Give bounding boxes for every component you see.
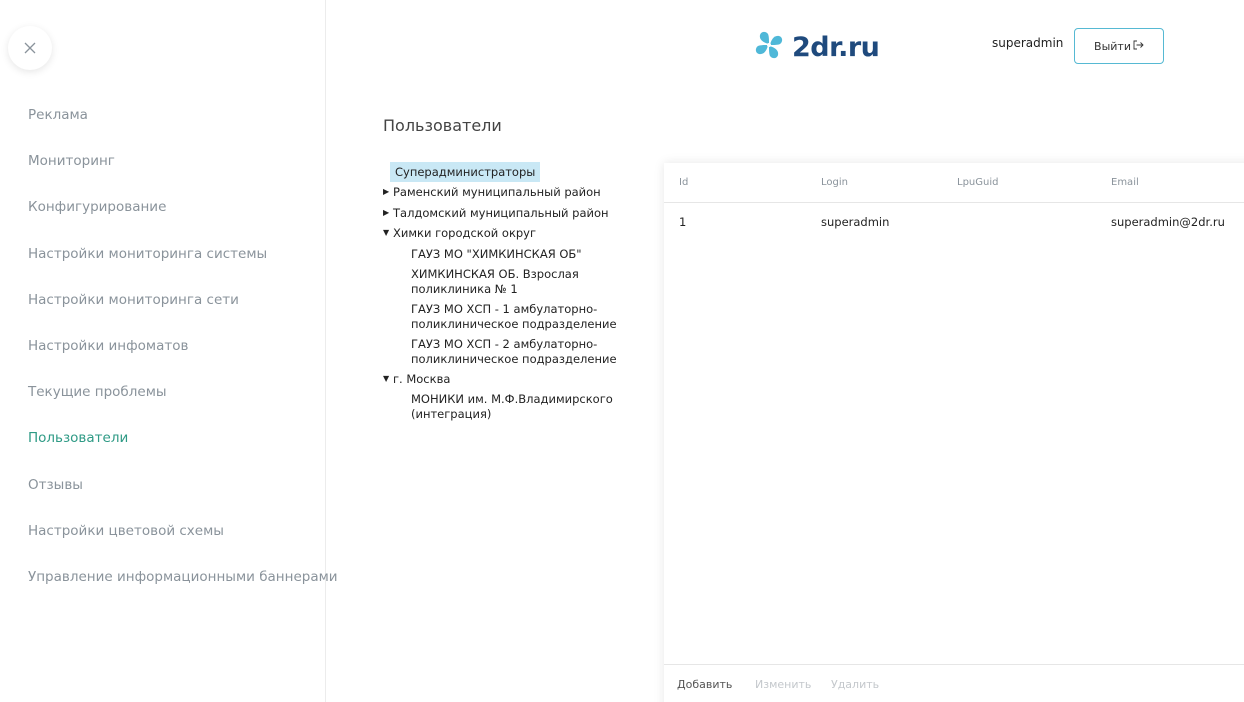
table-row[interactable]: 1 superadmin superadmin@2dr.ru (664, 203, 1244, 241)
tree-node-taldomskiy[interactable]: ▶ Талдомский муниципальный район (383, 206, 645, 227)
tree-node-label: г. Москва (393, 371, 451, 386)
tree-leaf-khimki-ob[interactable]: ГАУЗ МО "ХИМКИНСКАЯ ОБ" (383, 247, 645, 262)
sidebar-item-system-monitoring-settings[interactable]: Настройки мониторинга системы (28, 231, 338, 277)
tree-node-label: Талдомский муниципальный район (393, 205, 609, 220)
column-header-email[interactable]: Email (1111, 177, 1139, 188)
tree-node-ramenskiy[interactable]: ▶ Раменский муниципальный район (383, 185, 645, 206)
column-header-id[interactable]: Id (679, 177, 688, 188)
column-header-login[interactable]: Login (821, 177, 848, 188)
triangle-down-icon: ▼ (383, 373, 390, 383)
page-title: Пользователи (383, 116, 502, 135)
logo[interactable]: 2dr.ru (752, 28, 880, 66)
sidebar-item-feedback[interactable]: Отзывы (28, 462, 338, 508)
tree-node-khimki[interactable]: ▼ Химки городской округ (383, 226, 645, 247)
delete-user-button[interactable]: Удалить (831, 678, 879, 691)
logout-label: Выйти (1094, 39, 1131, 53)
sidebar-item-advertising[interactable]: Реклама (28, 92, 338, 138)
clover-logo-icon (752, 28, 786, 66)
cell-login: superadmin (821, 215, 890, 229)
cell-id: 1 (679, 215, 687, 229)
sidebar-item-users[interactable]: Пользователи (28, 415, 338, 461)
cell-email: superadmin@2dr.ru (1111, 215, 1225, 229)
sidebar-item-banner-management[interactable]: Управление информационными баннерами (28, 554, 338, 600)
tree-leaf-khimki-polyclinic-1[interactable]: ХИМКИНСКАЯ ОБ. Взрослая поликлиника № 1 (383, 267, 645, 297)
tree-leaf-hsp-1[interactable]: ГАУЗ МО ХСП - 1 амбулаторно-поликлиничес… (383, 302, 645, 332)
triangle-right-icon: ▶ (383, 187, 390, 196)
tree-node-label: Химки городской округ (393, 226, 537, 240)
close-sidebar-button[interactable] (8, 26, 52, 70)
edit-user-button[interactable]: Изменить (755, 678, 811, 691)
users-table-panel: Id Login LpuGuid Email 1 superadmin supe… (664, 163, 1244, 702)
logout-button[interactable]: Выйти (1074, 28, 1164, 64)
sidebar-item-current-problems[interactable]: Текущие проблемы (28, 369, 338, 415)
tree-item-superadmins[interactable]: Суперадминистраторы (390, 162, 541, 182)
sidebar-item-configuration[interactable]: Конфигурирование (28, 184, 338, 230)
logo-text: 2dr.ru (792, 31, 880, 63)
username-label: superadmin (992, 36, 1064, 50)
table-footer: Добавить Изменить Удалить (664, 664, 1244, 702)
tree-leaf-moniki[interactable]: МОНИКИ им. М.Ф.Владимирского (интеграция… (383, 392, 645, 422)
triangle-right-icon: ▶ (383, 207, 390, 217)
table-header: Id Login LpuGuid Email (664, 163, 1244, 203)
sidebar-nav: Реклама Мониторинг Конфигурирование Наст… (28, 92, 338, 600)
tree-node-label: Раменский муниципальный район (393, 185, 601, 199)
add-user-button[interactable]: Добавить (677, 678, 732, 691)
tree-leaf-hsp-2[interactable]: ГАУЗ МО ХСП - 2 амбулаторно-поликлиничес… (383, 337, 645, 367)
tree-node-moscow[interactable]: ▼ г. Москва (383, 372, 645, 393)
close-icon (24, 39, 36, 58)
column-header-lpuguid[interactable]: LpuGuid (957, 177, 998, 188)
sidebar: Реклама Мониторинг Конфигурирование Наст… (0, 0, 338, 702)
sidebar-item-network-monitoring-settings[interactable]: Настройки мониторинга сети (28, 277, 338, 323)
sidebar-item-infomat-settings[interactable]: Настройки инфоматов (28, 323, 338, 369)
sidebar-item-color-scheme-settings[interactable]: Настройки цветовой схемы (28, 508, 338, 554)
triangle-down-icon: ▼ (383, 228, 390, 237)
logout-icon (1131, 39, 1144, 54)
sidebar-item-monitoring[interactable]: Мониторинг (28, 138, 338, 184)
organization-tree: Суперадминистраторы ▶ Раменский муниципа… (383, 162, 645, 427)
